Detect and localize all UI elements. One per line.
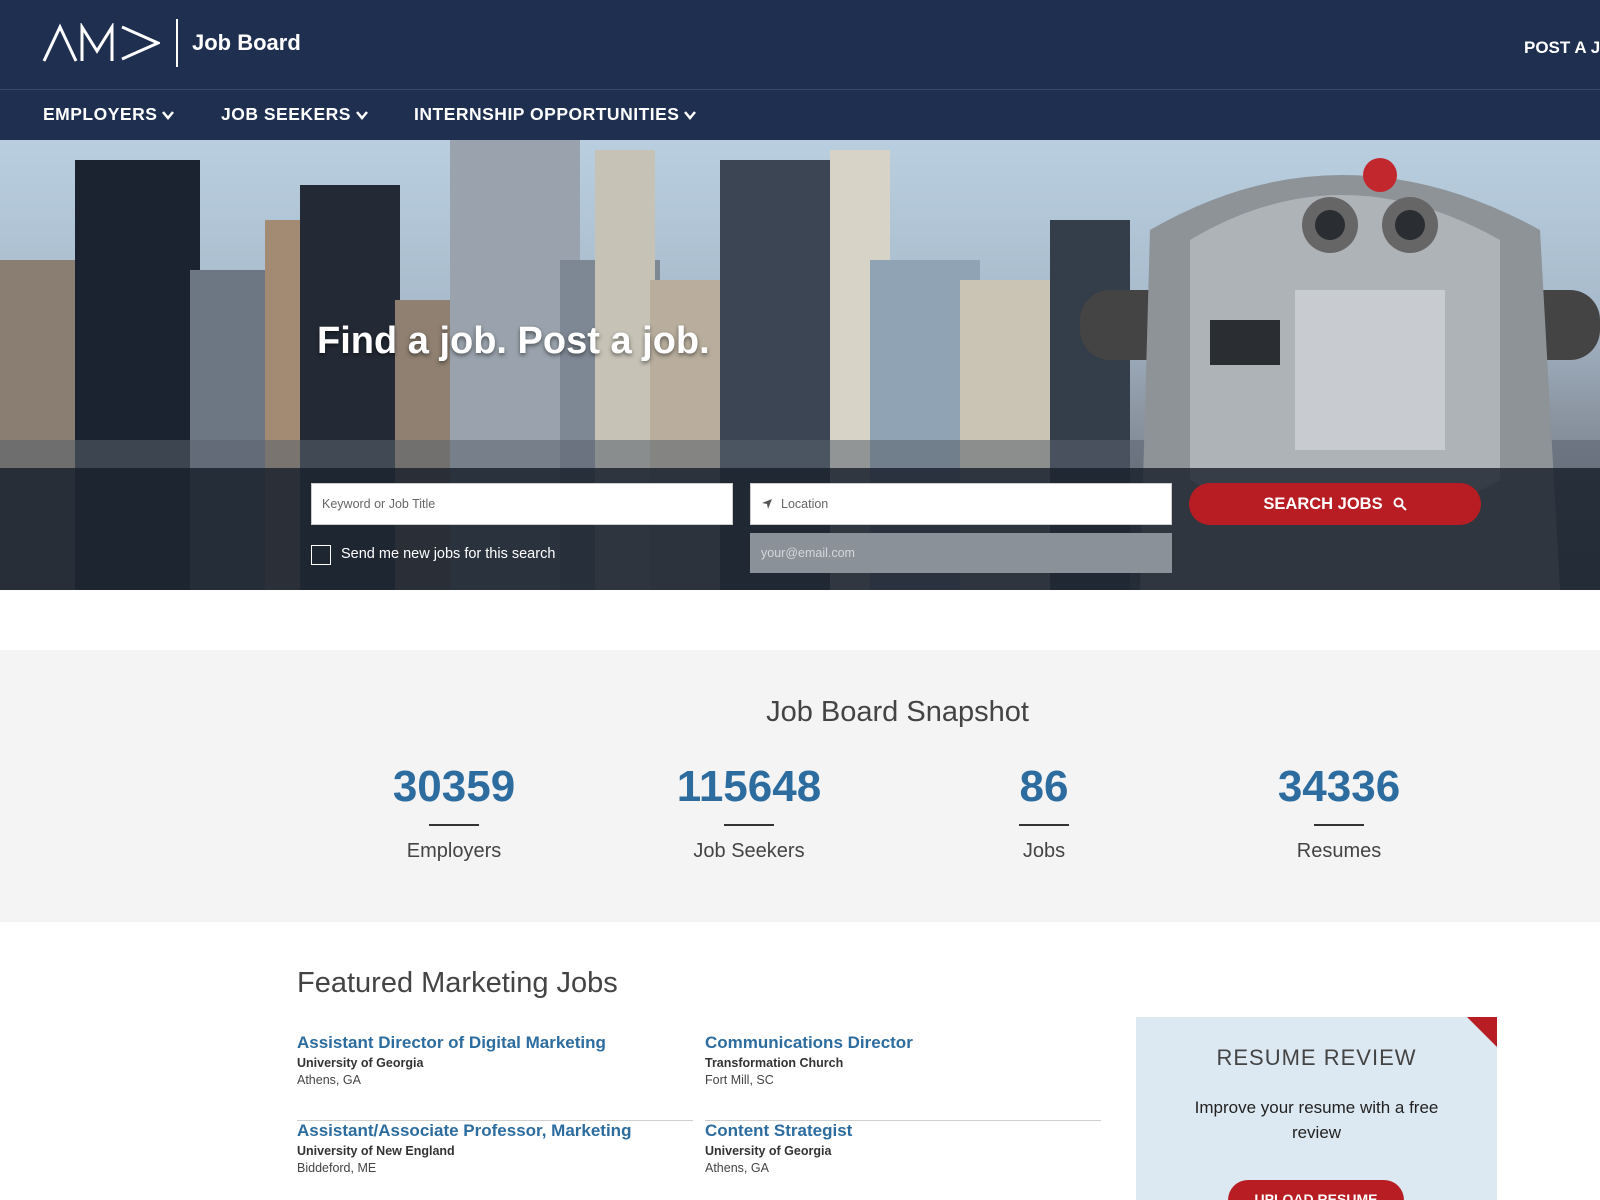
search-jobs-label: SEARCH JOBS [1263, 494, 1383, 513]
corner-ribbon [1467, 1017, 1497, 1047]
job-alert-checkbox[interactable] [311, 545, 331, 565]
email-input[interactable]: your@email.com [750, 533, 1172, 573]
post-a-job-link[interactable]: POST A JOB [1524, 38, 1600, 58]
stat-label: Job Seekers [693, 840, 805, 862]
job-title-link[interactable]: Assistant Director of Digital Marketing [297, 1033, 693, 1053]
chevron-down-icon [684, 110, 697, 120]
job-location: Athens, GA [297, 1073, 361, 1087]
search-jobs-button[interactable]: SEARCH JOBS [1189, 483, 1481, 525]
job-listing: Assistant Director of Digital Marketing … [297, 1033, 693, 1121]
hero-title: Find a job. Post a job. [317, 320, 710, 362]
hero-banner: Find a job. Post a job. Keyword or Job T… [0, 140, 1600, 590]
stat-divider [1019, 824, 1069, 826]
location-input[interactable]: Location [750, 483, 1172, 525]
resume-review-title: RESUME REVIEW [1216, 1045, 1417, 1070]
ama-logo-icon [42, 23, 160, 62]
resume-review-description: Improve your resume with a free review [1194, 1098, 1439, 1142]
location-arrow-icon [762, 499, 772, 509]
job-listing: Assistant/Associate Professor, Marketing… [297, 1121, 693, 1200]
top-header: Job Board POST A JOB [0, 0, 1600, 90]
stat-label: Employers [406, 840, 502, 862]
job-location: Biddeford, ME [297, 1161, 377, 1175]
nav-employers[interactable]: EMPLOYERS [43, 104, 175, 125]
resume-review-card: RESUME REVIEW Improve your resume with a… [1136, 1017, 1497, 1200]
job-location: Athens, GA [705, 1161, 769, 1175]
stat-job-seekers: 115648 Job Seekers [624, 762, 874, 863]
featured-jobs-title: Featured Marketing Jobs [297, 967, 618, 999]
job-board-snapshot: Job Board Snapshot 30359 Employers 11564… [0, 650, 1600, 922]
stat-label: Jobs [1022, 840, 1066, 862]
nav-internships[interactable]: INTERNSHIP OPPORTUNITIES [414, 104, 697, 125]
stat-divider [429, 824, 479, 826]
job-title-link[interactable]: Communications Director [705, 1033, 1101, 1053]
job-company: University of New England [297, 1144, 455, 1158]
keyword-input[interactable]: Keyword or Job Title [311, 483, 733, 525]
job-listing: Communications Director Transformation C… [705, 1033, 1101, 1121]
main-nav: EMPLOYERS JOB SEEKERS INTERNSHIP OPPORTU… [0, 90, 1600, 140]
nav-internships-label: INTERNSHIP OPPORTUNITIES [414, 104, 680, 124]
job-company: Transformation Church [705, 1056, 844, 1070]
upload-resume-button[interactable]: UPLOAD RESUME [1228, 1180, 1404, 1200]
job-company: University of Georgia [297, 1056, 424, 1070]
stat-employers: 30359 Employers [329, 762, 579, 863]
stat-value: 30359 [392, 762, 516, 811]
keyword-placeholder: Keyword or Job Title [322, 497, 436, 511]
stat-divider [1314, 824, 1364, 826]
email-placeholder: your@email.com [761, 546, 855, 560]
chevron-down-icon [162, 110, 175, 120]
job-title-link[interactable]: Content Strategist [705, 1121, 1101, 1141]
nav-employers-label: EMPLOYERS [43, 104, 158, 124]
job-location: Fort Mill, SC [705, 1073, 774, 1087]
job-listing: Content Strategist University of Georgia… [705, 1121, 1101, 1200]
snapshot-title: Job Board Snapshot [766, 696, 1029, 728]
brand-text: Job Board [192, 30, 301, 55]
nav-job-seekers[interactable]: JOB SEEKERS [221, 104, 369, 125]
location-placeholder: Location [781, 497, 829, 511]
logo-divider [176, 19, 178, 67]
job-title-link[interactable]: Assistant/Associate Professor, Marketing [297, 1121, 693, 1141]
stat-divider [724, 824, 774, 826]
stat-value: 34336 [1277, 762, 1401, 811]
job-alert-label: Send me new jobs for this search [341, 546, 556, 562]
stat-value: 115648 [676, 762, 822, 811]
stat-jobs: 86 Jobs [919, 762, 1169, 863]
nav-job-seekers-label: JOB SEEKERS [221, 104, 351, 124]
job-company: University of Georgia [705, 1144, 832, 1158]
stat-value: 86 [1019, 762, 1069, 811]
search-icon [1393, 497, 1407, 511]
stat-label: Resumes [1296, 840, 1382, 862]
chevron-down-icon [356, 110, 368, 120]
stat-resumes: 34336 Resumes [1214, 762, 1464, 863]
site-logo[interactable]: Job Board [42, 18, 301, 68]
